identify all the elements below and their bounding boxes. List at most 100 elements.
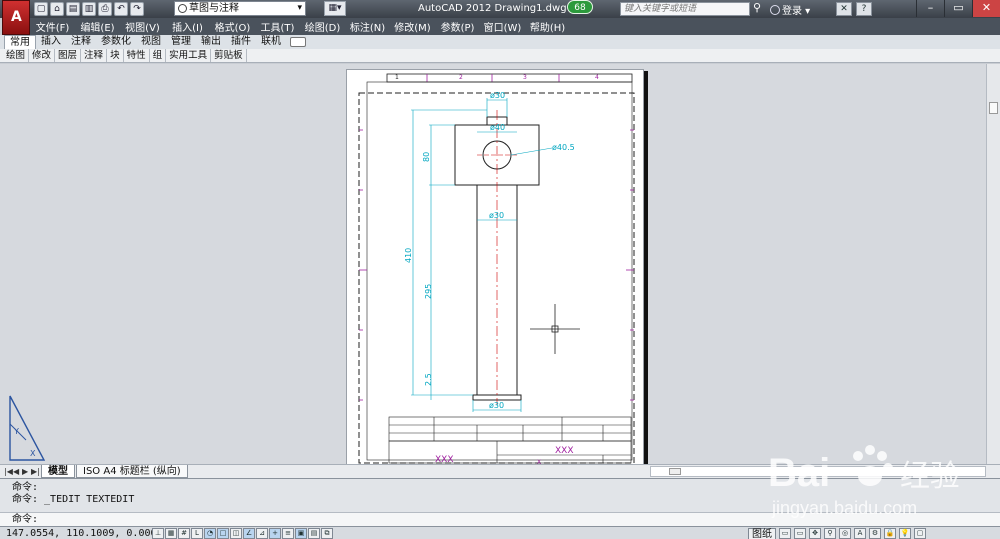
- first-tab-icon[interactable]: |◀: [4, 467, 13, 476]
- ribbon-panel-6[interactable]: 组: [150, 49, 167, 62]
- drafting-toggles: ⊥ ▦ # L ◔ □ ◫ ∠ ⊿ + ≡ ▣ ▤ ⧉: [152, 528, 333, 539]
- ribbon-tab-6[interactable]: 输出: [196, 35, 226, 49]
- prev-tab-icon[interactable]: ◀: [13, 467, 22, 476]
- new-icon[interactable]: ▢: [34, 2, 48, 16]
- horizontal-scroll-thumb[interactable]: [669, 468, 681, 475]
- ortho-icon[interactable]: L: [191, 528, 203, 539]
- vertical-scrollbar[interactable]: [986, 64, 1000, 464]
- ribbon-panel-8[interactable]: 剪贴板: [211, 49, 247, 62]
- undo-icon[interactable]: ↶: [114, 2, 128, 16]
- watermark-brand-cn: 经验: [900, 459, 960, 494]
- quick-properties-icon[interactable]: ▤: [308, 528, 320, 539]
- ribbon-tab-4[interactable]: 视图: [136, 35, 166, 49]
- close-button[interactable]: ✕: [972, 0, 1000, 17]
- menu-item-6[interactable]: 绘图(D): [300, 19, 345, 34]
- exchange-icon[interactable]: ✕: [836, 2, 852, 16]
- ribbon-panel-0[interactable]: 绘图: [3, 49, 30, 62]
- 3d-osnap-icon[interactable]: ◫: [230, 528, 242, 539]
- autocad-logo-button[interactable]: A: [2, 0, 30, 35]
- paper-sheet[interactable]: 1 2 3 4 ø30 ø40 ø40.5 80 410 295 ø30 2.5…: [346, 69, 644, 465]
- menu-item-8[interactable]: 修改(M): [390, 19, 435, 34]
- notification-badge[interactable]: 68: [567, 0, 593, 14]
- lock-icon[interactable]: 🔒: [884, 528, 896, 539]
- ribbon-panel-3[interactable]: 注释: [81, 49, 108, 62]
- snap-icon[interactable]: ▦: [165, 528, 177, 539]
- zoom-icon[interactable]: ⚲: [824, 528, 836, 539]
- status-right: 图纸 ▭ ▭ ✥ ⚲ ◎ A ⚙ 🔒 💡 ▢: [748, 527, 926, 539]
- ribbon-tab-3[interactable]: 参数化: [96, 35, 136, 49]
- pan-icon[interactable]: ✥: [809, 528, 821, 539]
- menu-item-9[interactable]: 参数(P): [435, 19, 480, 34]
- ribbon-minimize-icon[interactable]: [290, 37, 306, 47]
- ribbon-panel-4[interactable]: 块: [107, 49, 124, 62]
- otrack-icon[interactable]: ∠: [243, 528, 255, 539]
- paper-space-button[interactable]: 图纸: [748, 527, 776, 539]
- infer-constraints-icon[interactable]: ⊥: [152, 528, 164, 539]
- fullscreen-icon[interactable]: ▢: [914, 528, 926, 539]
- quickview-layouts-icon[interactable]: ▭: [779, 528, 791, 539]
- minimize-button[interactable]: –: [916, 0, 944, 17]
- ducs-icon[interactable]: ⊿: [256, 528, 268, 539]
- save-as-icon[interactable]: ▥: [82, 2, 96, 16]
- ribbon-tab-7[interactable]: 插件: [226, 35, 256, 49]
- last-tab-icon[interactable]: ▶|: [31, 467, 40, 476]
- grid-icon[interactable]: #: [178, 528, 190, 539]
- paw-toe-1: [853, 451, 863, 461]
- menu-item-4[interactable]: 格式(O): [210, 19, 255, 34]
- print-icon[interactable]: ⎙: [98, 2, 112, 16]
- dyn-icon[interactable]: +: [269, 528, 281, 539]
- polar-icon[interactable]: ◔: [204, 528, 216, 539]
- workspace-grid-button[interactable]: ▦▾: [324, 1, 346, 16]
- selection-cycling-icon[interactable]: ⧉: [321, 528, 333, 539]
- workspace-select[interactable]: 草图与注释: [174, 1, 306, 16]
- menu-item-1[interactable]: 编辑(E): [75, 19, 120, 34]
- annotation-scale-icon[interactable]: A: [854, 528, 866, 539]
- ribbon-tab-8[interactable]: 联机: [256, 35, 286, 49]
- steering-wheel-icon[interactable]: ◎: [839, 528, 851, 539]
- tab-layout-a4[interactable]: ISO A4 标题栏 (纵向): [76, 465, 188, 478]
- login-button[interactable]: 登录 ▾: [770, 2, 810, 17]
- dim-total-height: 410: [404, 248, 413, 263]
- crosshair-cursor: [530, 304, 580, 354]
- title-block: [388, 416, 632, 464]
- quickview-drawings-icon[interactable]: ▭: [794, 528, 806, 539]
- redo-icon[interactable]: ↷: [130, 2, 144, 16]
- vertical-scroll-thumb[interactable]: [989, 102, 998, 114]
- maximize-button[interactable]: ▭: [944, 0, 972, 17]
- transparency-icon[interactable]: ▣: [295, 528, 307, 539]
- workspace-switching-icon[interactable]: ⚙: [869, 528, 881, 539]
- menu-item-2[interactable]: 视图(V): [120, 19, 165, 34]
- search-input[interactable]: 键入关键字或短语: [620, 2, 750, 16]
- ribbon-tab-0[interactable]: 常用: [4, 35, 36, 49]
- command-prompt: 命令:: [12, 514, 39, 525]
- next-tab-icon[interactable]: ▶: [22, 467, 31, 476]
- menu-item-5[interactable]: 工具(T): [255, 19, 300, 34]
- window-controls: – ▭ ✕: [916, 0, 1000, 17]
- ribbon-panel-5[interactable]: 特性: [124, 49, 150, 62]
- coordinate-readout: 147.0554, 110.1009, 0.0000: [6, 528, 163, 539]
- save-icon[interactable]: ▤: [66, 2, 80, 16]
- login-label: 登录: [782, 6, 802, 17]
- menu-item-3[interactable]: 插入(I): [165, 19, 210, 34]
- ribbon-tab-1[interactable]: 插入: [36, 35, 66, 49]
- drawing-svg: 1 2 3 4 ø30 ø40 ø40.5 80 410 295 ø30 2.5…: [358, 73, 635, 464]
- menu-item-7[interactable]: 标注(N): [345, 19, 390, 34]
- menu-bar: 文件(F) 编辑(E) 视图(V) 插入(I) 格式(O) 工具(T) 绘图(D) 标注(N)…: [30, 18, 1000, 35]
- binoculars-icon[interactable]: ⚲: [753, 1, 767, 16]
- help-button[interactable]: ?: [856, 2, 872, 16]
- menu-item-11[interactable]: 帮助(H): [525, 19, 570, 34]
- ribbon-tab-2[interactable]: 注释: [66, 35, 96, 49]
- isolate-icon[interactable]: 💡: [899, 528, 911, 539]
- dimension-texts: ø30 ø40 ø40.5 80 410 295 ø30 2.5 ø30: [404, 91, 575, 410]
- lineweight-icon[interactable]: ≡: [282, 528, 294, 539]
- menu-item-0[interactable]: 文件(F): [30, 19, 75, 34]
- ribbon-panel-2[interactable]: 图层: [55, 49, 82, 62]
- ribbon-panel-1[interactable]: 修改: [29, 49, 56, 62]
- ribbon-panel-7[interactable]: 实用工具: [166, 49, 212, 62]
- open-icon[interactable]: ⌂: [50, 2, 64, 16]
- osnap-icon[interactable]: □: [217, 528, 229, 539]
- ribbon-tab-5[interactable]: 管理: [166, 35, 196, 49]
- dim-shaft-diameter: ø30: [489, 211, 504, 220]
- menu-item-10[interactable]: 窗口(W): [480, 19, 525, 34]
- tab-model[interactable]: 模型: [41, 465, 75, 478]
